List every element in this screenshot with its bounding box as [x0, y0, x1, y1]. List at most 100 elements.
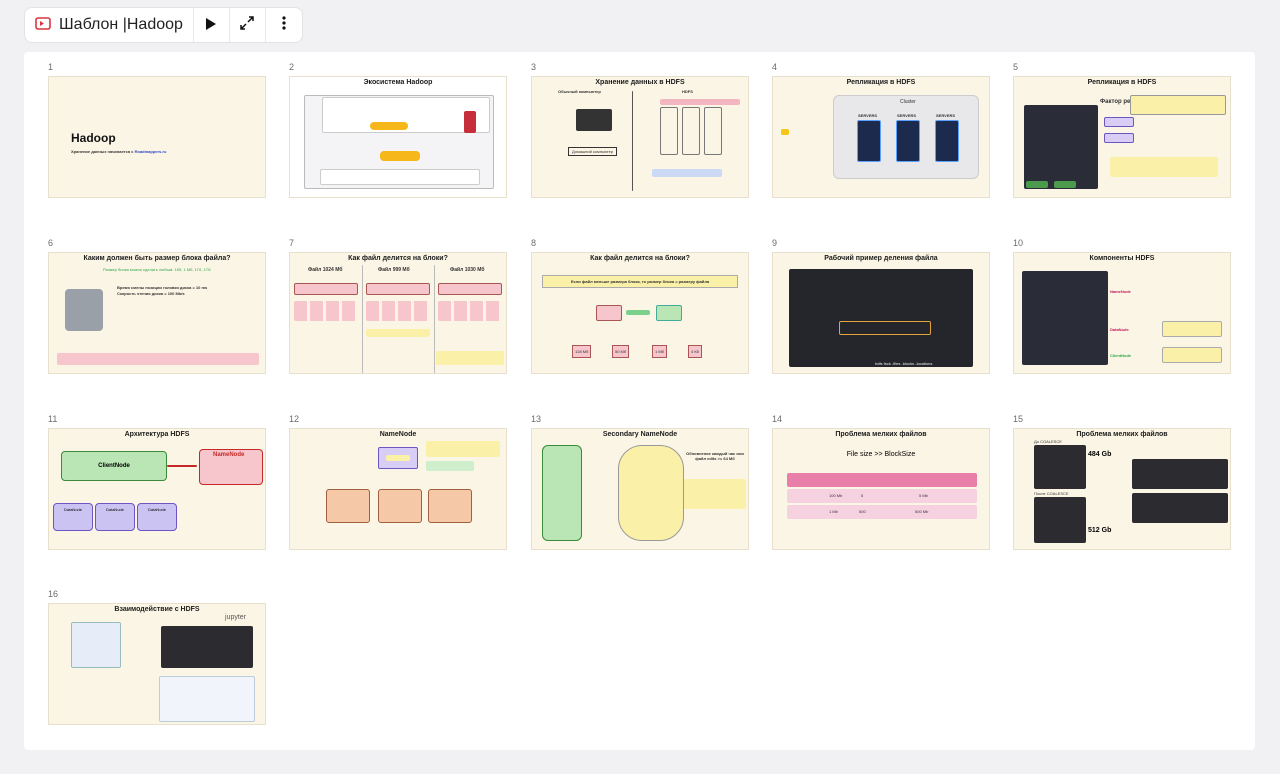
- hard-disk-image: [65, 289, 103, 331]
- slide-number: 14: [772, 414, 783, 424]
- table-cell: 100 Mb: [829, 493, 843, 498]
- slide-thumbnail[interactable]: Проблема мелких файлов File size >> Bloc…: [772, 428, 990, 550]
- slide-title: Проблема мелких файлов: [835, 431, 927, 438]
- slide-number: 4: [772, 62, 778, 72]
- replica-label: [1104, 133, 1134, 143]
- rack-photo: [1022, 271, 1108, 365]
- slide-title: Как файл делится на блоки?: [590, 255, 690, 262]
- warning-bar: [57, 353, 259, 365]
- command-text: hdfs fsck -files -blocks -locations: [875, 361, 933, 366]
- namenode-panel: [542, 445, 582, 541]
- file-bar: [438, 283, 502, 295]
- info-note: Если файл меньше размера блока, то разме…: [542, 275, 738, 288]
- server-rack: [935, 120, 959, 162]
- highlight-box: [839, 321, 931, 335]
- table-cell: 1 Mb: [829, 509, 838, 514]
- slide-number: 10: [1013, 238, 1024, 248]
- fullscreen-button[interactable]: [230, 8, 266, 42]
- note-bar: [652, 169, 722, 177]
- info-note: [426, 461, 474, 471]
- caption-box: Домашний компьютер: [568, 147, 618, 156]
- slide-thumbnail[interactable]: Hadoop Хранение данных начинается с Road…: [48, 76, 266, 198]
- column-heading: HDFS: [682, 89, 693, 94]
- name-node-label: NameNode: [213, 452, 245, 458]
- slide-thumbnail[interactable]: Взаимодействие с HDFS jupyter: [48, 603, 266, 725]
- update-note: Обновление каждый час или файл edits >= …: [686, 451, 744, 461]
- slide-thumbnail[interactable]: Каким должен быть размер блока файла? Ра…: [48, 252, 266, 374]
- rack: [660, 107, 678, 155]
- slide-thumbnail[interactable]: Компоненты HDFS NameNode DataNode Client…: [1013, 252, 1231, 374]
- slide-thumbnail[interactable]: Репликация в HDFS Фактор реп: [1013, 76, 1231, 198]
- datanode-box: [428, 489, 472, 523]
- slide-number: 6: [48, 238, 54, 248]
- board-title-text: Шаблон |Hadoop: [59, 16, 183, 33]
- slide-thumbnail[interactable]: Хранение данных в HDFS Обычный компьютер…: [531, 76, 749, 198]
- play-button[interactable]: [194, 8, 230, 42]
- rack-label: [1026, 181, 1048, 188]
- rack: [682, 107, 700, 155]
- info-note: [426, 441, 500, 457]
- board-toolbar: Шаблон |Hadoop: [24, 7, 303, 43]
- arrow: [167, 465, 197, 467]
- slide-thumbnail[interactable]: Репликация в HDFS Cluster SERVERS SERVER…: [772, 76, 990, 198]
- slide-thumbnail[interactable]: Как файл делится на блоки? Файл 1024 Мб …: [289, 252, 507, 374]
- slide-title: NameNode: [379, 431, 417, 438]
- file-box: [596, 305, 622, 321]
- rack-photo: [1024, 105, 1098, 189]
- slide-title: Рабочий пример деления файла: [824, 255, 938, 262]
- formula-text: File size >> BlockSize: [846, 451, 916, 458]
- slide-title: Hadoop: [71, 131, 116, 145]
- table-cell: 500 Mb: [915, 509, 929, 514]
- client-node-box: ClientNode: [61, 451, 167, 481]
- server-label: SERVERS: [897, 113, 917, 118]
- info-note: [1162, 347, 1222, 363]
- slide-title: Компоненты HDFS: [1089, 255, 1155, 262]
- rack: [704, 107, 722, 155]
- jupyter-logo: jupyter: [225, 614, 247, 621]
- slide-number: 13: [531, 414, 542, 424]
- jupyter-screenshot: [161, 626, 253, 668]
- size-value: 512 Gb: [1088, 527, 1112, 534]
- spark-ui-screenshot: [159, 676, 255, 722]
- divider: [434, 265, 435, 373]
- slide-number: 9: [772, 238, 778, 248]
- slide-thumbnail[interactable]: Рабочий пример деления файла hdfs fsck -…: [772, 252, 990, 374]
- info-note: [684, 479, 746, 509]
- slides-board: 1 Hadoop Хранение данных начинается с Ro…: [24, 52, 1255, 750]
- slide-thumbnail[interactable]: Экосистема Hadoop: [289, 76, 507, 198]
- slide-thumbnail[interactable]: Проблема мелких файлов До COALESCE 484 G…: [1013, 428, 1231, 550]
- more-options-button[interactable]: [266, 8, 302, 42]
- slide-thumbnail[interactable]: Архитектура HDFS ClientNode NameNode Dat…: [48, 428, 266, 550]
- slide-thumbnail[interactable]: Secondary NameNode Обновление каждый час…: [531, 428, 749, 550]
- cluster-label: Cluster: [900, 99, 916, 105]
- terminal-screenshot: [1132, 459, 1228, 489]
- size-value: 484 Gb: [1088, 451, 1112, 458]
- replication-factor-label: Фактор реп: [1100, 99, 1134, 105]
- board-title[interactable]: Шаблон |Hadoop: [25, 8, 194, 42]
- replica-label: [1104, 117, 1134, 127]
- note-bar: [366, 329, 430, 337]
- slide-number: 16: [48, 589, 59, 599]
- slide-number: 7: [289, 238, 295, 248]
- slide-title: Взаимодействие с HDFS: [114, 606, 200, 613]
- secondary-namenode-panel: [618, 445, 684, 541]
- note-bar: [436, 351, 504, 365]
- value-box: 4 Кб: [688, 345, 702, 358]
- slide-thumbnail[interactable]: NameNode: [289, 428, 507, 550]
- server-rack: [896, 120, 920, 162]
- component-label: DataNode: [1110, 327, 1129, 332]
- slide-thumbnail[interactable]: Как файл делится на блоки? Если файл мен…: [531, 252, 749, 374]
- block-grid: [438, 301, 502, 321]
- info-note: [1110, 157, 1218, 177]
- slide-number: 3: [531, 62, 537, 72]
- section-label: После COALESCE: [1034, 491, 1069, 496]
- info-note: [1162, 321, 1222, 337]
- datanode-box: [326, 489, 370, 523]
- slide-text: Время смены позиции головки диска = 10 m…: [117, 285, 208, 290]
- slide-title: Архитектура HDFS: [124, 431, 190, 438]
- slide-number: 12: [289, 414, 300, 424]
- slide-text: Скорость чтения диска = 100 Mb/s: [117, 291, 185, 296]
- presentation-icon: [35, 16, 51, 35]
- terminal-screenshot: [1034, 497, 1086, 543]
- value-box: 1 Мб: [652, 345, 667, 358]
